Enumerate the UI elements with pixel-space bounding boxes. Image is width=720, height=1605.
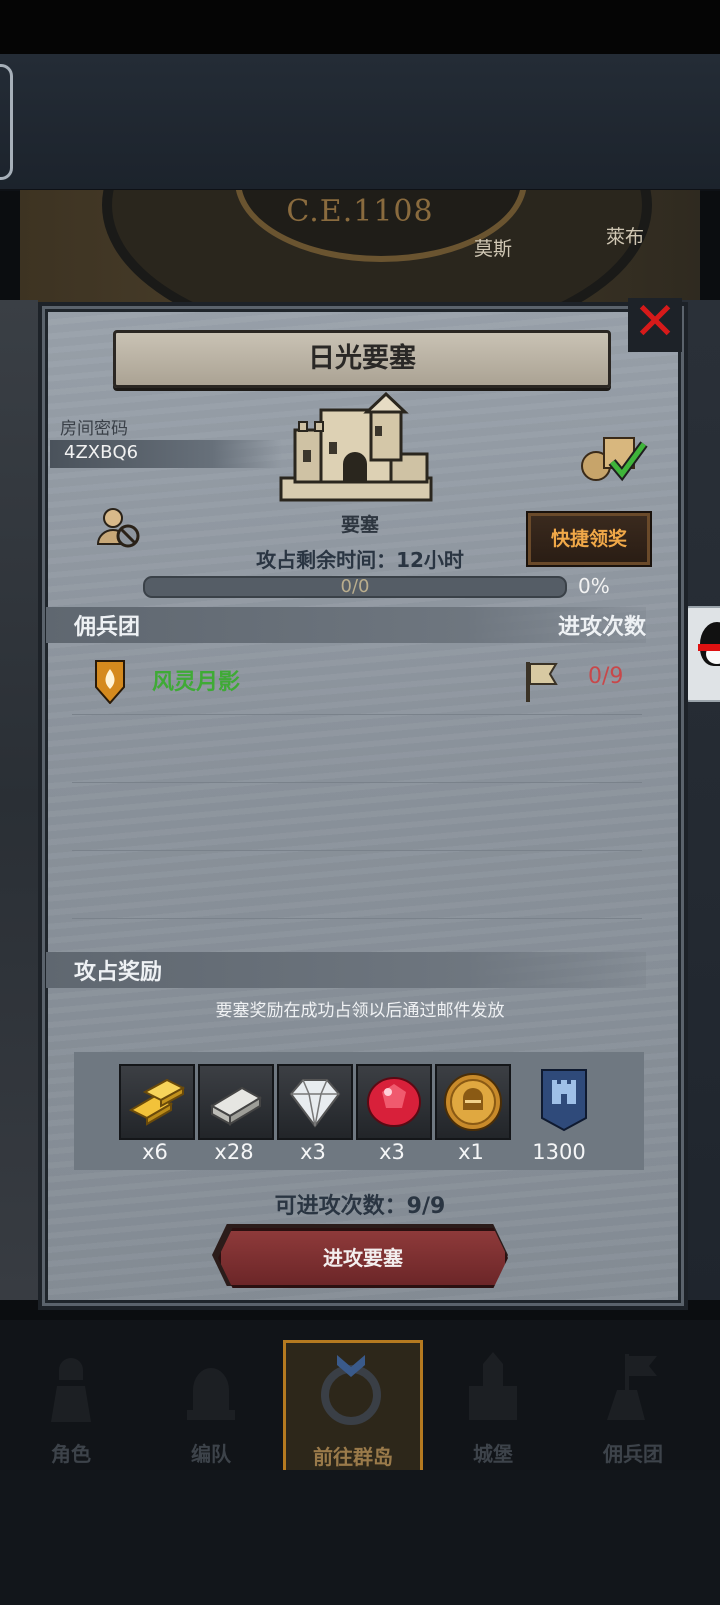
reward-count: x3 <box>300 1140 326 1164</box>
reward-item[interactable] <box>528 1064 600 1136</box>
nav-item-castle[interactable]: 城堡 <box>428 1340 558 1470</box>
close-button[interactable]: ✕ <box>628 292 682 352</box>
nav-item-islands[interactable]: 前往群岛 <box>283 1340 423 1471</box>
occupy-progress-bar: 0/0 <box>143 576 567 598</box>
reward-item[interactable] <box>198 1064 274 1140</box>
attack-fortress-button[interactable]: 进攻要塞 <box>218 1228 508 1288</box>
compass-icon <box>321 1355 381 1425</box>
map-label: 莫斯 <box>474 238 513 260</box>
mercenary-section-title: 佣兵团 <box>74 615 141 640</box>
side-tab-handle[interactable] <box>0 64 13 180</box>
empty-row <box>72 850 642 919</box>
map-edge-left <box>0 300 38 1300</box>
reward-item[interactable] <box>119 1064 195 1140</box>
occupy-timer: 攻占剩余时间：12小时 <box>256 548 464 572</box>
reward-count: x6 <box>142 1140 168 1164</box>
dialog-title-plate: 日光要塞 <box>113 330 611 388</box>
bottom-area <box>0 1470 720 1605</box>
mercenary-section-header: 佣兵团 进攻次数 <box>46 607 646 643</box>
nav-item-character[interactable]: 角色 <box>6 1340 136 1470</box>
castle-icon <box>469 1352 517 1420</box>
attack-count-header: 进攻次数 <box>557 615 646 640</box>
nav-item-mercenary[interactable]: 佣兵团 <box>568 1340 698 1470</box>
nav-label: 前往群岛 <box>313 1445 393 1469</box>
attack-fortress-label: 进攻要塞 <box>323 1246 403 1270</box>
reward-item[interactable] <box>356 1064 432 1140</box>
reward-count: x28 <box>214 1140 254 1164</box>
status-bar <box>0 0 720 54</box>
reward-note: 要塞奖励在成功占领以后通过邮件发放 <box>215 1001 505 1021</box>
castle-banner-icon <box>541 1069 587 1132</box>
nav-label: 城堡 <box>473 1442 513 1466</box>
reward-count: x3 <box>379 1140 405 1164</box>
guild-name: 风灵月影 <box>152 670 241 695</box>
reward-item[interactable] <box>277 1064 353 1140</box>
reward-section-title: 攻占奖励 <box>74 960 163 985</box>
nav-label: 角色 <box>51 1442 91 1466</box>
reward-claimed-icon <box>581 437 648 482</box>
attack-remaining: 可进攻次数：9/9 <box>274 1194 446 1219</box>
empty-row <box>72 714 642 783</box>
nav-item-formation[interactable]: 编队 <box>146 1340 276 1470</box>
nav-label: 编队 <box>191 1442 231 1466</box>
helmet-icon <box>187 1368 235 1420</box>
map-label: 萊布 <box>606 226 645 248</box>
ruby-icon <box>367 1077 421 1127</box>
reward-item[interactable] <box>435 1064 511 1140</box>
mercenary-icon <box>607 1354 657 1420</box>
flag-icon <box>526 662 558 702</box>
room-code-value: 4ZXBQ6 <box>64 442 139 463</box>
top-banner <box>0 54 720 191</box>
fortress-icon <box>279 392 433 502</box>
room-code-label: 房间密码 <box>60 419 128 439</box>
empty-row <box>72 782 642 851</box>
iron-ingot-icon <box>210 1086 262 1126</box>
guild-emblem-icon <box>95 660 125 704</box>
reward-count: x1 <box>458 1140 484 1164</box>
diamond-icon <box>289 1079 341 1128</box>
reward-section-header: 攻占奖励 <box>46 952 646 988</box>
reward-count: 1300 <box>532 1140 586 1164</box>
gold-bars-icon <box>128 1078 186 1126</box>
progress-text: 0/0 <box>340 576 370 597</box>
guild-attack-count: 0/9 <box>588 664 624 689</box>
nav-label: 佣兵团 <box>603 1442 663 1466</box>
progress-percent: 0% <box>578 574 610 598</box>
knight-icon <box>51 1358 91 1422</box>
dialog-title: 日光要塞 <box>308 343 416 374</box>
knight-coin-icon <box>444 1073 502 1131</box>
close-icon: ✕ <box>633 292 677 352</box>
room-code-box: 4ZXBQ6 <box>50 440 282 468</box>
